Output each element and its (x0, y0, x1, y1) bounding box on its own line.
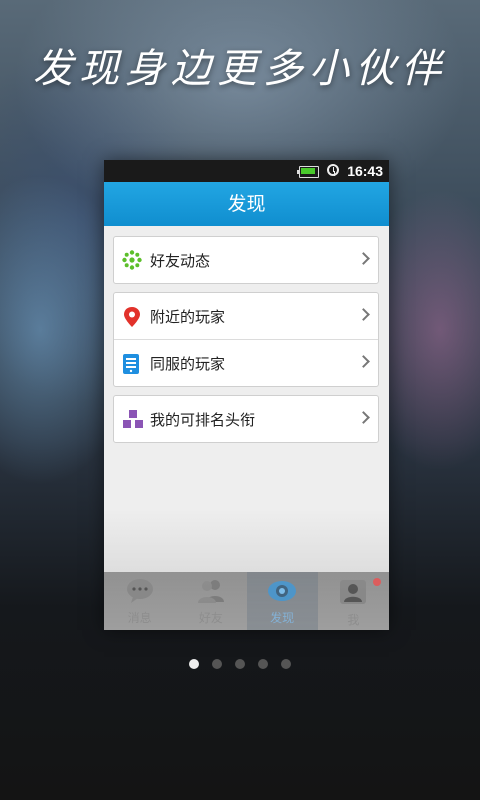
tab-me[interactable]: 我 (318, 572, 389, 630)
status-time: 16:43 (347, 163, 383, 179)
discover-eye-icon (268, 581, 297, 601)
bottom-tab-bar: 消息 好友 发现 我 (104, 572, 389, 630)
location-pin-icon (122, 306, 142, 327)
profile-icon (340, 580, 367, 604)
tab-discover[interactable]: 发现 (246, 572, 318, 630)
page-indicator (0, 654, 480, 673)
phone-screenshot: 16:43 发现 好友动态 附近的玩家 同服的玩家 我的可排名头衔 (104, 160, 389, 630)
chevron-right-icon (357, 411, 370, 424)
menu-item-rankable-titles[interactable]: 我的可排名头衔 (114, 396, 378, 442)
rank-blocks-icon (122, 409, 143, 429)
page-dot[interactable] (235, 659, 245, 669)
status-bar: 16:43 (104, 160, 389, 182)
menu-item-label: 同服的玩家 (150, 354, 226, 373)
page-title: 发现 (104, 182, 389, 226)
discover-list: 好友动态 附近的玩家 同服的玩家 我的可排名头衔 (104, 226, 389, 630)
tab-label: 发现 (270, 611, 295, 625)
chevron-right-icon (357, 355, 370, 368)
chat-bubble-icon (126, 579, 153, 603)
menu-group-titles: 我的可排名头衔 (113, 395, 379, 443)
page-dot[interactable] (211, 659, 222, 669)
tab-friends[interactable]: 好友 (175, 572, 246, 630)
page-dot[interactable] (188, 659, 199, 669)
menu-item-label: 我的可排名头衔 (150, 410, 256, 429)
menu-item-friends-activity[interactable]: 好友动态 (114, 237, 378, 283)
friends-activity-icon (122, 250, 142, 270)
page-dot[interactable] (258, 659, 269, 669)
tab-messages[interactable]: 消息 (104, 572, 175, 630)
menu-item-label: 附近的玩家 (150, 307, 226, 326)
alarm-icon (327, 164, 339, 176)
server-icon (122, 353, 142, 374)
menu-group-players: 附近的玩家 同服的玩家 (113, 292, 379, 387)
headline: 发现身边更多小伙伴 (33, 46, 447, 92)
contacts-icon (197, 580, 224, 603)
notification-badge (373, 578, 381, 586)
menu-item-label: 好友动态 (150, 251, 211, 270)
tab-label: 好友 (198, 611, 223, 625)
menu-item-same-server-players[interactable]: 同服的玩家 (114, 339, 378, 386)
page-dot[interactable] (281, 659, 292, 669)
menu-group-friends: 好友动态 (113, 236, 379, 284)
tab-label: 消息 (127, 611, 152, 625)
tab-label: 我 (347, 613, 360, 627)
chevron-right-icon (357, 308, 370, 321)
chevron-right-icon (357, 252, 370, 265)
battery-icon (297, 166, 319, 178)
menu-item-nearby-players[interactable]: 附近的玩家 (114, 293, 378, 339)
